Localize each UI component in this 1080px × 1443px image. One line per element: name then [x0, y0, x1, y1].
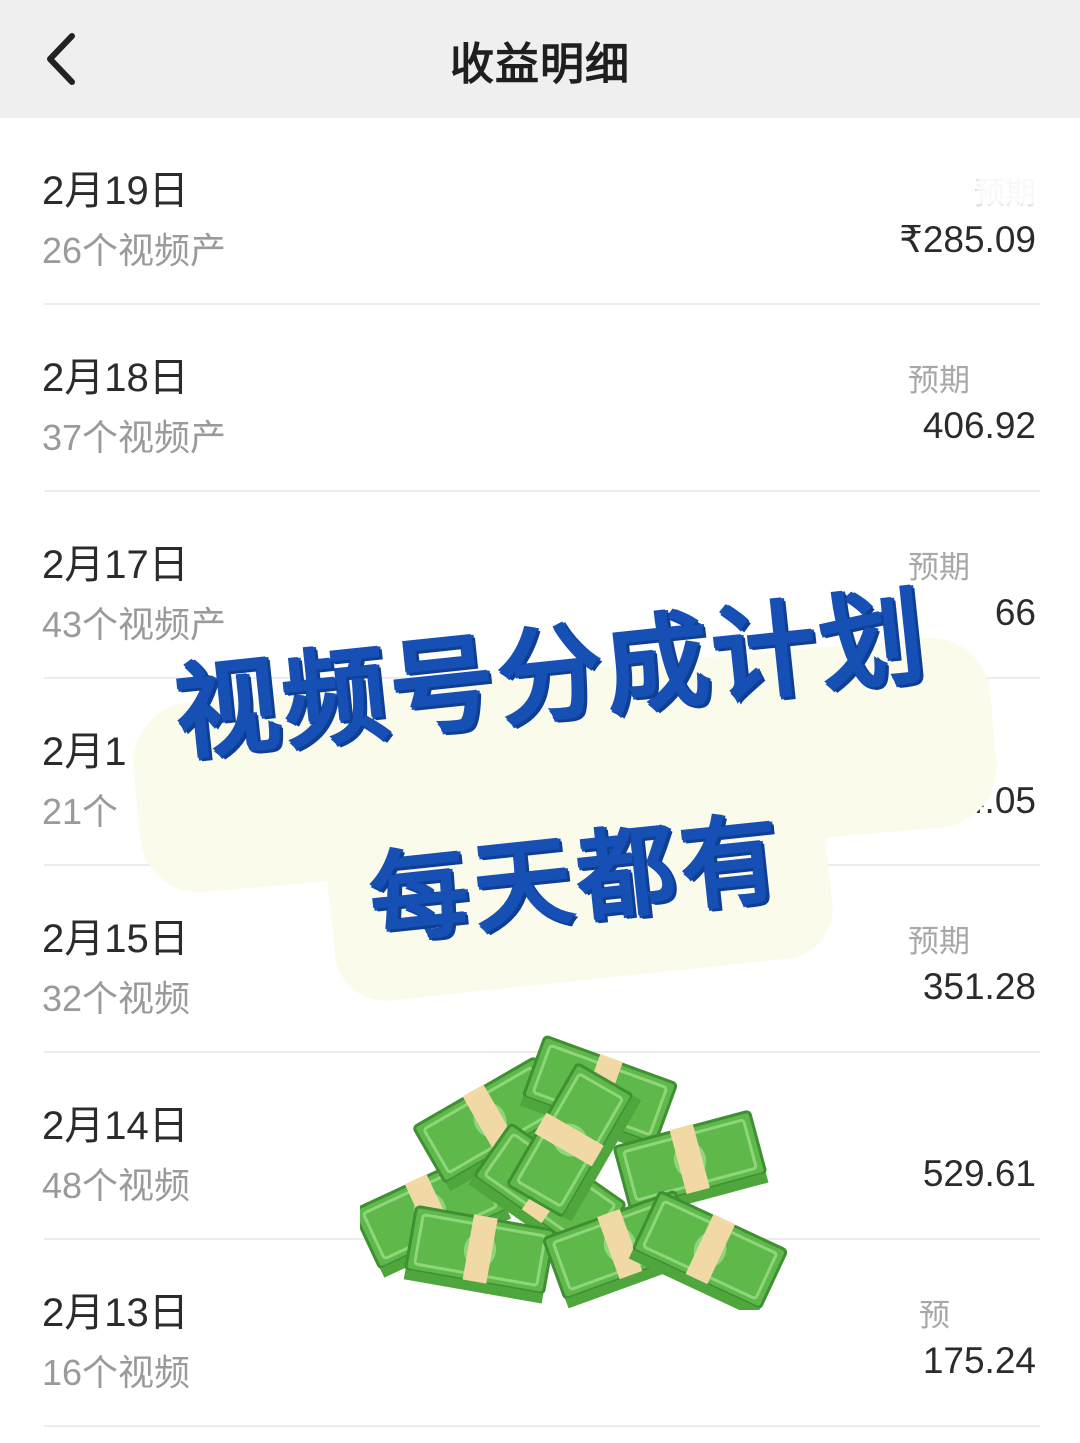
- redaction-mask: [975, 173, 1045, 207]
- top-nav-bar: 收益明细: [0, 0, 1080, 118]
- item-date: 2月19日: [42, 169, 189, 213]
- redaction-mask: [245, 224, 365, 264]
- item-amount: ₹285.09: [899, 219, 1036, 260]
- item-expected-label: 预: [919, 1298, 950, 1333]
- list-item[interactable]: 2月19日 26个视频产 预期 ₹285.09: [0, 118, 1080, 305]
- item-video-count: 37个视频产: [42, 417, 227, 458]
- list-item[interactable]: 2月18日 37个视频产 预期 406.92: [0, 305, 1080, 492]
- item-amount: 175.24: [922, 1340, 1036, 1381]
- item-video-count: 16个视频: [42, 1352, 191, 1393]
- cash-stack-illustration: [350, 1010, 800, 1320]
- item-video-count: 48个视频: [42, 1165, 191, 1206]
- redaction-mask: [245, 411, 365, 451]
- redaction-mask: [205, 1159, 365, 1199]
- page-title: 收益明细: [450, 39, 630, 90]
- item-video-count: 21个: [42, 791, 119, 832]
- redaction-mask: [195, 1101, 355, 1141]
- item-date: 2月13日: [42, 1291, 189, 1335]
- item-amount: 529.61: [922, 1153, 1036, 1194]
- item-video-count: 26个视频产: [42, 230, 227, 271]
- divider: [44, 1425, 1040, 1427]
- redaction-mask: [195, 166, 295, 206]
- promo-banner: 视频号分成计划 每天都有: [128, 575, 1005, 1006]
- item-date: 2月18日: [42, 356, 189, 400]
- redaction-mask: [195, 540, 365, 580]
- redaction-mask: [195, 353, 355, 393]
- redaction-mask: [205, 1346, 365, 1386]
- item-date: 2月14日: [42, 1104, 189, 1148]
- item-date: 2月1: [42, 730, 127, 774]
- item-expected-label: 预期: [908, 363, 970, 398]
- redaction-mask: [195, 1288, 355, 1328]
- item-amount: 406.92: [922, 405, 1036, 446]
- money-pile-icon: [350, 1032, 790, 1320]
- item-date: 2月17日: [42, 543, 189, 587]
